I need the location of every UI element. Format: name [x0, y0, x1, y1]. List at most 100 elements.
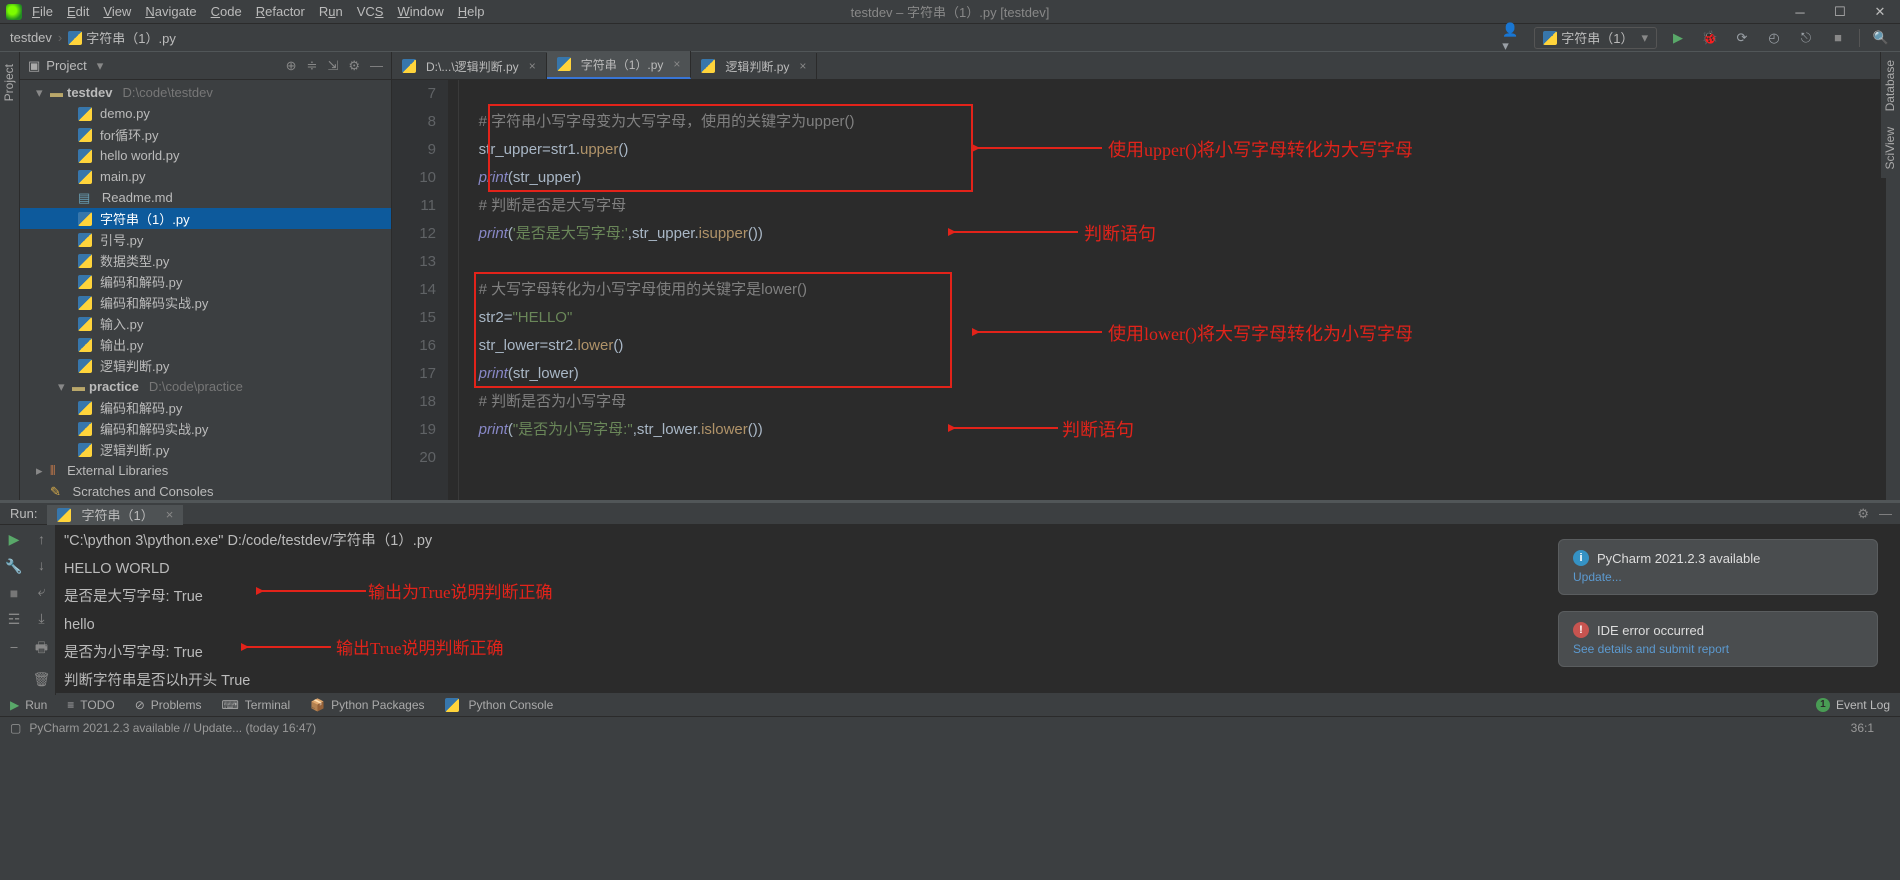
breadcrumb-root[interactable]: testdev [10, 30, 52, 45]
coverage-button[interactable]: ⟳ [1731, 27, 1753, 49]
python-file-icon [68, 31, 82, 45]
wrench-icon[interactable]: 🔧 [5, 558, 22, 575]
vtab-project[interactable]: Project [0, 56, 19, 109]
tree-file[interactable]: 编码和解码实战.py [20, 292, 391, 313]
down-icon[interactable]: ↓ [38, 557, 45, 573]
run-config-label: 字符串（1） [1561, 28, 1633, 47]
sb-window-icon[interactable]: ▢ [10, 721, 21, 735]
profile-button[interactable]: ◴ [1763, 27, 1785, 49]
hide-icon[interactable]: — [1879, 506, 1892, 522]
tree-file[interactable]: 逻辑判断.py [20, 355, 391, 376]
menu-refactor[interactable]: Refactor [256, 4, 305, 19]
tree-external-libs[interactable]: ▸⫴ External Libraries [20, 460, 391, 481]
run-button[interactable]: ▶ [1667, 27, 1689, 49]
concurrency-button[interactable]: ⎋ [1795, 27, 1817, 49]
menu-help[interactable]: Help [458, 4, 485, 19]
notification-error[interactable]: !IDE error occurred See details and subm… [1558, 611, 1878, 667]
python-file-icon [557, 57, 571, 71]
code-editor[interactable]: 7891011121314151617181920 # 字符串小写字母变为大写字… [392, 80, 1900, 500]
scroll-icon[interactable]: ⤓ [38, 610, 44, 627]
notif-report-link[interactable]: See details and submit report [1573, 642, 1863, 656]
user-icon[interactable]: 👤▾ [1502, 27, 1524, 49]
tool-python-console[interactable]: Python Console [445, 698, 554, 712]
stop-icon[interactable]: ■ [10, 585, 18, 601]
tree-file[interactable]: hello world.py [20, 145, 391, 166]
tool-run[interactable]: ▶Run [10, 698, 47, 712]
project-tree[interactable]: ▾ ▬ testdev D:\code\testdev demo.py for循… [20, 80, 391, 500]
target-icon[interactable]: ⊕ [286, 58, 297, 74]
close-tab-icon[interactable]: × [166, 507, 174, 522]
tree-file-selected[interactable]: 字符串（1）.py [20, 208, 391, 229]
gear-icon[interactable]: ⚙ [348, 58, 360, 74]
chevron-down-icon[interactable]: ▾ [97, 58, 104, 74]
menu-vcs[interactable]: VCS [357, 4, 384, 19]
breadcrumb-file[interactable]: 字符串（1）.py [86, 28, 176, 47]
menu-navigate[interactable]: Navigate [145, 4, 196, 19]
menu-window[interactable]: Window [397, 4, 443, 19]
close-tab-icon[interactable]: × [529, 59, 536, 73]
caret-down-icon[interactable]: ▾ [36, 85, 46, 101]
tree-label: 编码和解码实战.py [100, 293, 208, 312]
gear-icon[interactable]: ⚙ [1857, 506, 1869, 522]
tree-scratches[interactable]: ✎ Scratches and Consoles [20, 481, 391, 500]
soft-wrap-icon[interactable]: ⤶ [38, 583, 46, 600]
collapse-icon[interactable]: ≑ [307, 58, 318, 74]
stop-button[interactable]: ■ [1827, 27, 1849, 49]
notif-update-link[interactable]: Update... [1573, 570, 1863, 584]
close-tab-icon[interactable]: × [673, 57, 680, 71]
menu-view[interactable]: View [103, 4, 131, 19]
vtab-sciview[interactable]: SciView [1881, 119, 1900, 177]
tree-file[interactable]: ▤ Readme.md [20, 187, 391, 208]
search-everywhere-button[interactable]: 🔍 [1870, 27, 1892, 49]
editor-tab[interactable]: 逻辑判断.py× [691, 53, 817, 79]
tree-file[interactable]: main.py [20, 166, 391, 187]
minimize-button[interactable]: ─ [1780, 0, 1820, 24]
tree-file[interactable]: 编码和解码.py [20, 397, 391, 418]
tree-file[interactable]: 数据类型.py [20, 250, 391, 271]
menu-code[interactable]: Code [211, 4, 242, 19]
caret-right-icon[interactable]: ▸ [36, 463, 46, 479]
notification-info[interactable]: iPyCharm 2021.2.3 available Update... [1558, 539, 1878, 595]
tree-label: External Libraries [67, 463, 168, 478]
run-tab-active[interactable]: 字符串（1） × [47, 505, 183, 525]
tree-path: D:\code\testdev [123, 85, 213, 100]
rerun-icon[interactable]: ▶ [9, 531, 20, 548]
tree-file[interactable]: 编码和解码实战.py [20, 418, 391, 439]
layout-icon[interactable]: ☲ [8, 611, 21, 628]
hide-icon[interactable]: — [370, 58, 383, 74]
editor-tab[interactable]: D:\...\逻辑判断.py× [392, 53, 547, 79]
close-button[interactable]: ✕ [1860, 0, 1900, 24]
tree-file[interactable]: demo.py [20, 103, 391, 124]
editor-tab-active[interactable]: 字符串（1）.py× [547, 51, 692, 79]
tree-file[interactable]: 输入.py [20, 313, 391, 334]
up-icon[interactable]: ↑ [38, 531, 45, 547]
tree-root[interactable]: ▾ ▬ testdev D:\code\testdev [20, 82, 391, 103]
close-tab-icon[interactable]: × [799, 59, 806, 73]
tool-python-packages[interactable]: 📦Python Packages [310, 698, 424, 712]
caret-down-icon[interactable]: ▾ [58, 379, 68, 395]
expand-icon[interactable]: ⇲ [327, 58, 338, 74]
tree-file[interactable]: 引号.py [20, 229, 391, 250]
pin-icon[interactable]: ⎯ [11, 638, 18, 655]
tool-problems[interactable]: ⊘Problems [135, 698, 202, 712]
tree-file[interactable]: 逻辑判断.py [20, 439, 391, 460]
run-config-selector[interactable]: 字符串（1） ▾ [1534, 27, 1657, 49]
menu-edit[interactable]: Edit [67, 4, 89, 19]
tree-file[interactable]: for循环.py [20, 124, 391, 145]
trash-icon[interactable]: 🗑 [33, 671, 51, 688]
maximize-button[interactable]: ☐ [1820, 0, 1860, 24]
tool-terminal[interactable]: ⌨Terminal [221, 698, 290, 712]
tree-file[interactable]: 编码和解码.py [20, 271, 391, 292]
vtab-database[interactable]: Database [1881, 52, 1900, 119]
tree-folder-practice[interactable]: ▾ ▬ practice D:\code\practice [20, 376, 391, 397]
menu-file[interactable]: File [32, 4, 53, 19]
code-content[interactable]: # 字符串小写字母变为大写字母，使用的关键字为upper() str_upper… [448, 80, 1900, 500]
tree-file[interactable]: 输出.py [20, 334, 391, 355]
main-menu: File Edit View Navigate Code Refactor Ru… [32, 4, 484, 19]
run-header: Run: 字符串（1） × ⚙ — [0, 503, 1900, 525]
tool-event-log[interactable]: 1 Event Log [1816, 698, 1890, 712]
menu-run[interactable]: Run [319, 4, 343, 19]
tool-todo[interactable]: ≡TODO [67, 698, 114, 712]
debug-button[interactable]: 🐞 [1699, 27, 1721, 49]
print-icon[interactable]: 🖶 [35, 637, 48, 661]
